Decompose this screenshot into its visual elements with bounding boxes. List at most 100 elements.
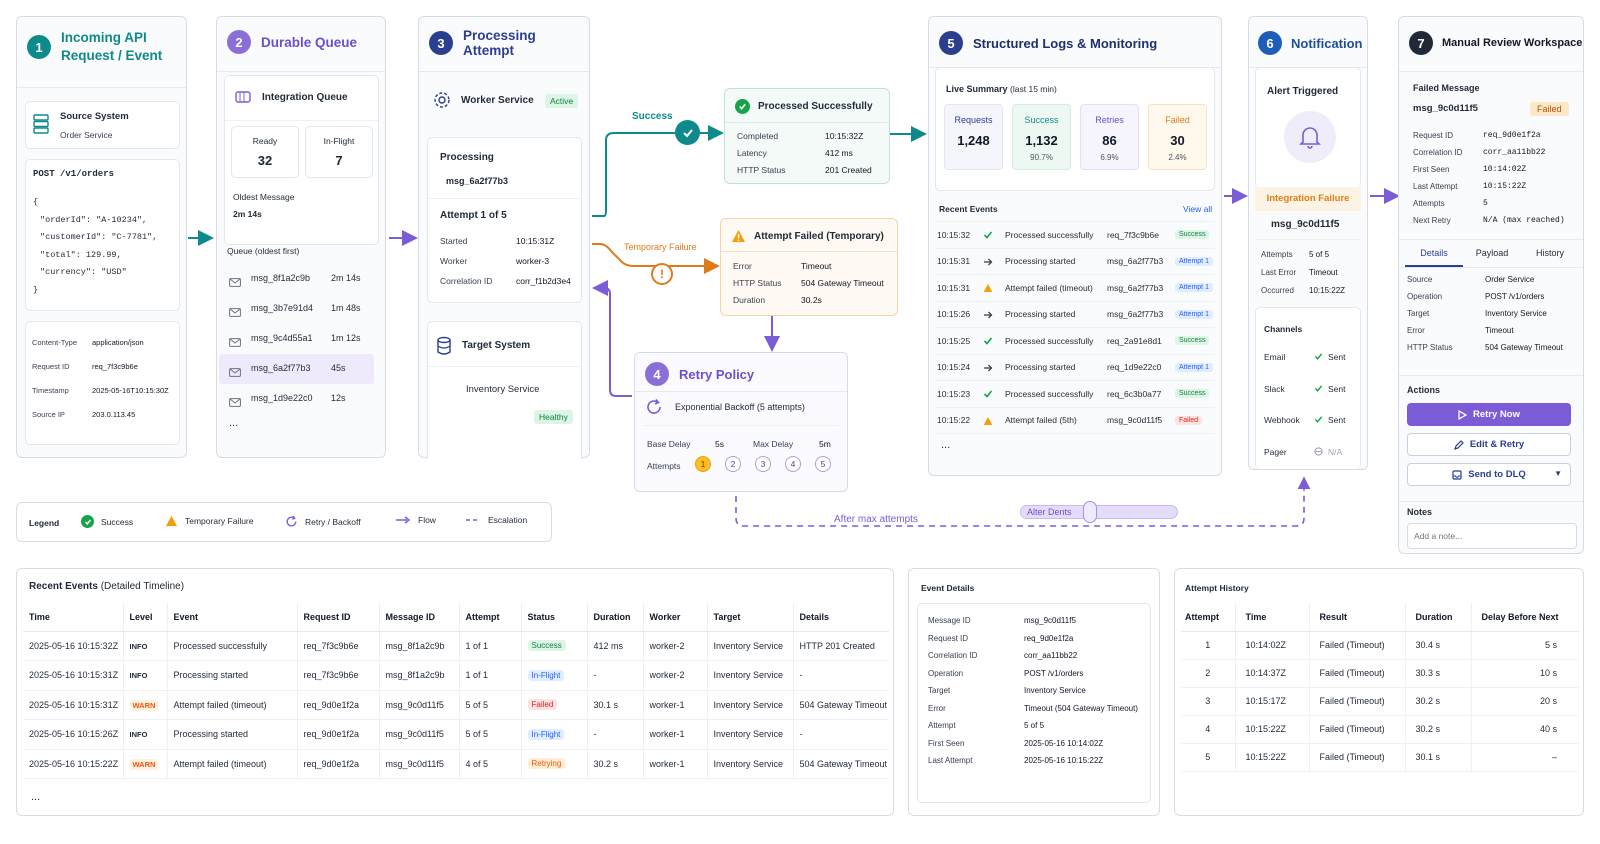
history-row[interactable]: 1 10:14:02Z Failed (Timeout) 30.4 s5 s bbox=[1181, 631, 1579, 660]
timeline-cell: Processed successfully bbox=[166, 631, 297, 661]
success-check-icon bbox=[675, 120, 700, 145]
review-tabs: Details Payload History bbox=[1405, 241, 1579, 267]
queue-item[interactable]: msg_3b7e91d4 1m 48s bbox=[219, 294, 374, 324]
event-row[interactable]: 10:15:24 Processing started req_1d9e22c0 At… bbox=[935, 355, 1215, 381]
escalation-label: After max attempts bbox=[832, 514, 920, 525]
timeline-cell: 2025-05-16 10:15:26Z bbox=[23, 719, 123, 750]
timeline-cell: INFO bbox=[122, 660, 167, 691]
history-row[interactable]: 2 10:14:37Z Failed (Timeout) 30.3 s 10 s bbox=[1181, 659, 1579, 688]
event-row[interactable]: 10:15:25 Processed successfully req_2a91e8… bbox=[935, 328, 1215, 355]
tab-details[interactable]: Details bbox=[1405, 241, 1463, 267]
check-icon bbox=[1314, 384, 1323, 395]
history-row[interactable]: 3 10:15:17Z Failed (Timeout) 30.2 s 20 s bbox=[1181, 687, 1579, 716]
event-row[interactable]: 10:15:26 Processing started msg_6a2f77b3 At… bbox=[935, 302, 1215, 328]
history-cell: 10:14:02Z bbox=[1234, 631, 1309, 660]
history-cell: 20 s bbox=[1470, 687, 1579, 716]
step4-title: Retry Policy bbox=[679, 366, 755, 382]
event-badge: Success bbox=[1175, 336, 1210, 346]
status-badge: Success bbox=[527, 640, 566, 652]
event-row[interactable]: 10:15:22 Attempt failed (5th) msg_9c0d11f5… bbox=[935, 408, 1215, 434]
event-request-id: req_7f3c9b6e bbox=[1107, 229, 1159, 240]
live-summary-box: Live Summary (last 15 min) Requests 1,248… bbox=[935, 67, 1215, 191]
tab-history[interactable]: History bbox=[1521, 241, 1579, 267]
timeline-cell: req_9d0e1f2a bbox=[296, 719, 379, 750]
integration-queue-box: Integration Queue Ready 32 In-Flight 7 O… bbox=[224, 75, 379, 245]
channel-row: Webhook Sent bbox=[1264, 409, 1356, 441]
step7-manual-review-card: 7 Manual Review Workspace Failed Message… bbox=[1398, 16, 1584, 554]
attempt-failed-title: Attempt Failed (Temporary) bbox=[754, 231, 884, 242]
queue-item[interactable]: msg_1d9e22c0 12s bbox=[219, 384, 374, 414]
chevron-down-icon[interactable]: ▼ bbox=[1554, 469, 1562, 478]
view-all-link[interactable]: View all bbox=[1183, 204, 1212, 214]
legend-escalation: Escalation bbox=[488, 515, 528, 525]
event-badge: Attempt 1 bbox=[1175, 256, 1213, 266]
warning-icon bbox=[983, 416, 993, 428]
stat-success: Success 1,132 90.7% bbox=[1012, 104, 1071, 170]
timeline-cell: 30.1 s bbox=[586, 690, 643, 720]
source-system-box: Source System Order Service bbox=[25, 101, 180, 149]
inflight-count-box: In-Flight 7 bbox=[305, 126, 373, 178]
timeline-row[interactable]: 2025-05-16 10:15:32Z INFO Processed succes… bbox=[23, 631, 889, 661]
timeline-cell: INFO bbox=[122, 631, 167, 661]
step5-logs-monitoring-card: 5 Structured Logs & Monitoring Live Summ… bbox=[928, 16, 1222, 476]
timeline-header-row: Time Level Event Request ID Message ID Attemp… bbox=[23, 603, 889, 632]
field-row: Request ID req_9d0e1f2a bbox=[928, 634, 1148, 652]
field-row: Operation POST /v1/orders bbox=[1407, 292, 1581, 309]
timeline-row[interactable]: 2025-05-16 10:15:31Z WARN Attempt failed (… bbox=[23, 690, 889, 720]
step5-number: 5 bbox=[939, 31, 963, 55]
retry-now-button[interactable]: Retry Now bbox=[1407, 403, 1571, 426]
alert-dents-handle[interactable] bbox=[1083, 501, 1097, 523]
event-request-id: msg_6a2f77b3 bbox=[1107, 256, 1164, 267]
queue-list-label: Queue (oldest first) bbox=[227, 246, 300, 256]
field-row: HTTP Status 504 Gateway Timeout bbox=[1407, 343, 1581, 360]
field-value: req_9d0e1f2a bbox=[1024, 633, 1074, 643]
event-row[interactable]: 10:15:32 Processed successfully req_7f3c9b… bbox=[935, 222, 1215, 249]
field-key: Target bbox=[1407, 309, 1430, 318]
queue-item[interactable]: msg_6a2f77b3 45s bbox=[219, 354, 374, 384]
history-row[interactable]: 5 10:15:22Z Failed (Timeout) 30.1 s – bbox=[1181, 743, 1579, 772]
step3-processing-card: 3 Processing Attempt Worker Service Acti… bbox=[418, 16, 590, 459]
timeline-row[interactable]: 2025-05-16 10:15:26Z INFO Processing start… bbox=[23, 719, 889, 750]
legend: Legend Success Temporary Failure Retry /… bbox=[16, 502, 552, 542]
level-tag: INFO bbox=[129, 641, 148, 651]
event-row[interactable]: 10:15:31 Processing started msg_6a2f77b3 At… bbox=[935, 249, 1215, 275]
success-label: Success bbox=[632, 111, 673, 122]
event-row[interactable]: 10:15:23 Processed successfully req_6c3b0a… bbox=[935, 381, 1215, 408]
legend-temp-failure: Temporary Failure bbox=[185, 516, 254, 526]
history-cell: 10 s bbox=[1470, 659, 1579, 688]
history-cell: 1 bbox=[1181, 631, 1235, 660]
event-row[interactable]: 10:15:31 Attempt failed (timeout) msg_6a2f… bbox=[935, 275, 1215, 302]
send-to-dlq-button[interactable]: Send to DLQ ▼ bbox=[1407, 463, 1571, 486]
event-time: 10:15:31 bbox=[937, 256, 971, 267]
check-icon bbox=[983, 230, 993, 242]
timeline-row[interactable]: 2025-05-16 10:15:22Z WARN Attempt failed (… bbox=[23, 749, 889, 779]
history-col-header: Result bbox=[1308, 603, 1405, 632]
envelope-icon bbox=[229, 304, 241, 322]
history-cell: 10:14:37Z bbox=[1234, 659, 1309, 688]
queue-item[interactable]: msg_9c4d55a1 1m 12s bbox=[219, 324, 374, 354]
timeline-cell: msg_8f1a2c9b bbox=[378, 660, 459, 691]
alert-dents-bar[interactable]: Alter Dents bbox=[1020, 501, 1178, 523]
attempt-counter: Attempt 1 of 5 bbox=[440, 210, 507, 221]
timeline-cell: In-Flight bbox=[520, 719, 587, 750]
field-row: First Seen 10:14:02Z bbox=[1413, 165, 1579, 182]
field-key: Request ID bbox=[928, 633, 969, 643]
timeline-col-header: Worker bbox=[642, 603, 707, 632]
event-text: Processing started bbox=[1005, 256, 1076, 267]
field-key: Operation bbox=[1407, 292, 1443, 301]
history-row[interactable]: 4 10:15:22Z Failed (Timeout) 30.2 s 40 s bbox=[1181, 715, 1579, 744]
status-badge: Failed bbox=[527, 699, 558, 711]
field-value: 5 of 5 bbox=[1024, 721, 1045, 730]
queue-item[interactable]: msg_8f1a2c9b 2m 14s bbox=[219, 264, 374, 294]
timeline-row[interactable]: 2025-05-16 10:15:31Z INFO Processing start… bbox=[23, 660, 889, 691]
history-cell: – bbox=[1470, 743, 1579, 772]
ready-count-box: Ready 32 bbox=[231, 126, 299, 178]
tab-payload[interactable]: Payload bbox=[1463, 241, 1521, 267]
timeline-cell: Inventory Service bbox=[706, 690, 793, 720]
notes-input[interactable] bbox=[1407, 523, 1577, 549]
field-row: Attempt 5 of 5 bbox=[928, 721, 1148, 739]
field-value: 10:15:22Z bbox=[1483, 182, 1527, 191]
edit-retry-button[interactable]: Edit & Retry bbox=[1407, 433, 1571, 456]
field-row: Operation POST /v1/orders bbox=[928, 669, 1148, 687]
timeline-cell: HTTP 201 Created bbox=[792, 631, 889, 661]
